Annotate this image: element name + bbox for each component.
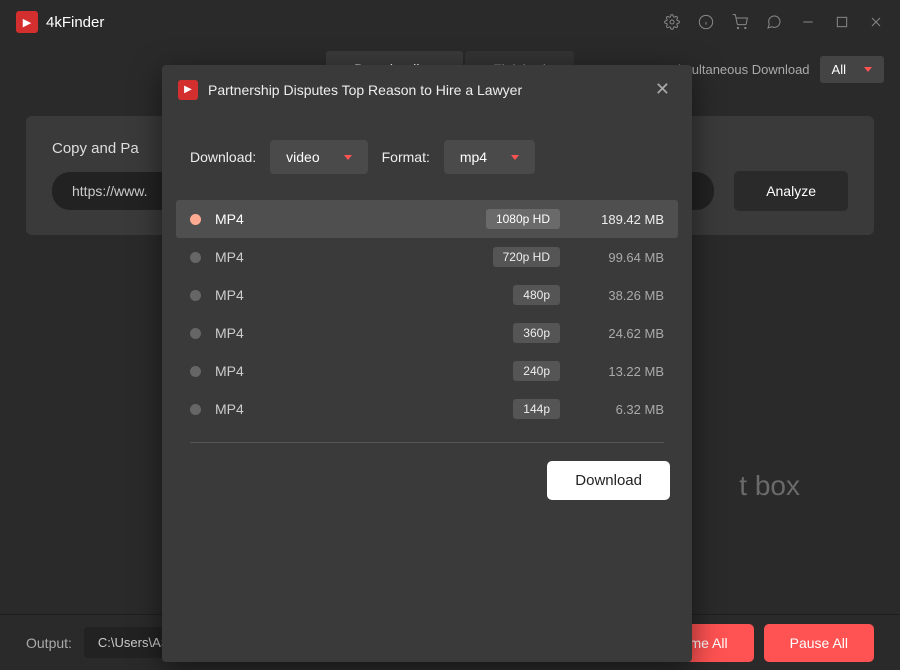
modal-title: Partnership Disputes Top Reason to Hire … (208, 82, 639, 98)
sim-download-value: All (832, 62, 846, 77)
download-type-label: Download: (190, 149, 256, 165)
chevron-down-icon (864, 67, 872, 72)
quality-resolution: 360p (513, 323, 560, 343)
app-logo-icon: ▶ (16, 11, 38, 33)
quality-format: MP4 (215, 401, 285, 417)
quality-format: MP4 (215, 325, 285, 341)
titlebar-controls (664, 14, 884, 30)
quality-row[interactable]: MP4 240p 13.22 MB (176, 352, 678, 390)
chat-icon[interactable] (766, 14, 782, 30)
quality-size: 13.22 MB (584, 364, 664, 379)
quality-row[interactable]: MP4 720p HD 99.64 MB (176, 238, 678, 276)
quality-size: 99.64 MB (584, 250, 664, 265)
quality-resolution: 1080p HD (486, 209, 560, 229)
modal-footer: Download (162, 443, 692, 522)
format-label: Format: (382, 149, 430, 165)
modal-logo-icon: ▶ (178, 80, 198, 100)
download-type-value: video (286, 149, 319, 165)
quality-size: 24.62 MB (584, 326, 664, 341)
download-type-select[interactable]: video (270, 140, 367, 174)
minimize-icon[interactable] (800, 14, 816, 30)
quality-resolution: 144p (513, 399, 560, 419)
radio-icon (190, 404, 201, 415)
modal-controls: Download: video Format: mp4 (162, 114, 692, 200)
modal-spacer (162, 522, 692, 662)
chevron-down-icon (344, 155, 352, 160)
logo-area: ▶ 4kFinder (16, 11, 104, 33)
pause-all-button[interactable]: Pause All (764, 624, 874, 662)
format-value: mp4 (460, 149, 487, 165)
sim-download-select[interactable]: All (820, 56, 884, 83)
settings-icon[interactable] (664, 14, 680, 30)
info-icon[interactable] (698, 14, 714, 30)
radio-icon (190, 290, 201, 301)
quality-row[interactable]: MP4 360p 24.62 MB (176, 314, 678, 352)
maximize-icon[interactable] (834, 14, 850, 30)
background-hint-text: t box (739, 470, 800, 502)
radio-icon (190, 366, 201, 377)
analyze-button[interactable]: Analyze (734, 171, 848, 211)
radio-icon (190, 214, 201, 225)
quality-resolution: 480p (513, 285, 560, 305)
quality-row[interactable]: MP4 480p 38.26 MB (176, 276, 678, 314)
download-button[interactable]: Download (547, 461, 670, 500)
titlebar: ▶ 4kFinder (0, 0, 900, 44)
format-select[interactable]: mp4 (444, 140, 535, 174)
quality-format: MP4 (215, 211, 285, 227)
quality-size: 6.32 MB (584, 402, 664, 417)
output-label: Output: (26, 635, 72, 651)
quality-resolution: 720p HD (493, 247, 560, 267)
modal-close-button[interactable]: ✕ (649, 77, 676, 102)
quality-format: MP4 (215, 287, 285, 303)
quality-size: 189.42 MB (584, 212, 664, 227)
download-options-modal: ▶ Partnership Disputes Top Reason to Hir… (162, 65, 692, 662)
quality-list: MP41080p HD189.42 MBMP4720p HD99.64 MBMP… (162, 200, 692, 428)
quality-row[interactable]: MP4 144p 6.32 MB (176, 390, 678, 428)
quality-format: MP4 (215, 249, 285, 265)
radio-icon (190, 252, 201, 263)
simultaneous-download: Simultaneous Download All (669, 56, 884, 83)
quality-size: 38.26 MB (584, 288, 664, 303)
chevron-down-icon (511, 155, 519, 160)
quality-format: MP4 (215, 363, 285, 379)
app-title: 4kFinder (46, 14, 104, 31)
radio-icon (190, 328, 201, 339)
close-icon[interactable] (868, 14, 884, 30)
quality-resolution: 240p (513, 361, 560, 381)
modal-header: ▶ Partnership Disputes Top Reason to Hir… (162, 65, 692, 114)
quality-row[interactable]: MP4 1080p HD 189.42 MB (176, 200, 678, 238)
cart-icon[interactable] (732, 14, 748, 30)
